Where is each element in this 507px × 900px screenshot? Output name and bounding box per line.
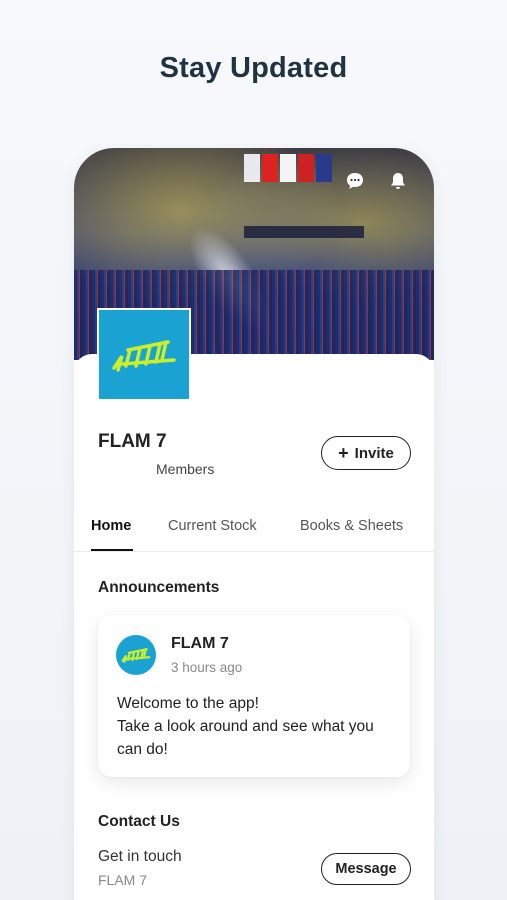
bell-icon[interactable] — [387, 170, 409, 192]
tab-books-sheets[interactable]: Books & Sheets — [300, 518, 403, 534]
avatar — [116, 635, 156, 675]
announcements-title: Announcements — [98, 579, 220, 596]
contact-name: FLAM 7 — [98, 872, 148, 888]
flags-decoration — [244, 154, 332, 182]
chat-icon[interactable] — [344, 170, 366, 192]
phone-frame: FLAM 7 Members + Invite Home Current Sto… — [74, 148, 434, 900]
tab-bar: Home Current Stock Books & Sheets — [74, 508, 434, 552]
members-count[interactable]: Members — [156, 461, 214, 477]
contact-title: Contact Us — [98, 813, 180, 830]
tab-current-stock[interactable]: Current Stock — [168, 518, 257, 534]
group-name: FLAM 7 — [98, 431, 167, 452]
invite-button[interactable]: + Invite — [321, 436, 411, 470]
announcement-card[interactable]: FLAM 7 3 hours ago Welcome to the app! T… — [98, 615, 410, 777]
message-button[interactable]: Message — [321, 853, 411, 885]
page-headline: Stay Updated — [159, 52, 348, 84]
post-timestamp: 3 hours ago — [171, 660, 243, 675]
active-tab-indicator — [91, 549, 133, 551]
contact-subtitle: Get in touch — [98, 848, 182, 865]
group-logo — [97, 308, 191, 401]
plus-icon: + — [338, 443, 349, 463]
tab-home[interactable]: Home — [91, 518, 131, 534]
invite-label: Invite — [354, 444, 394, 462]
post-author: FLAM 7 — [171, 635, 229, 652]
post-body: Welcome to the app! Take a look around a… — [117, 695, 374, 758]
